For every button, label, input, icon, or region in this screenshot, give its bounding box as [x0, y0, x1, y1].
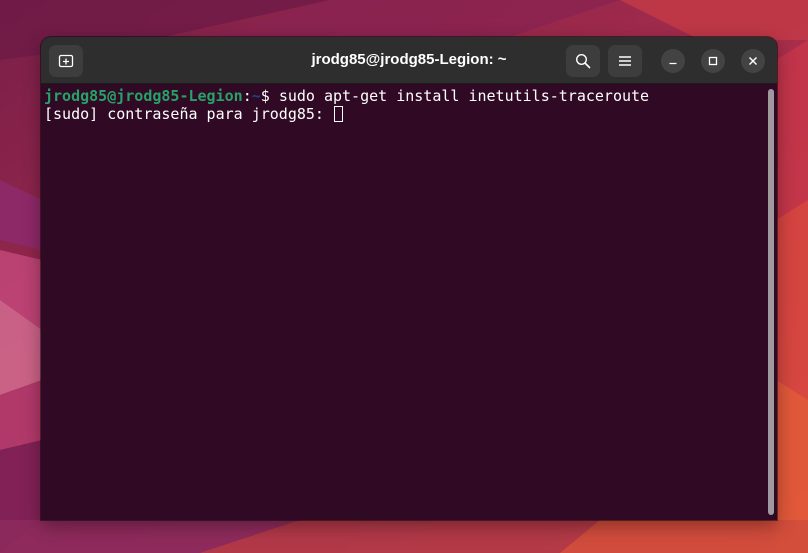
close-button[interactable] [741, 49, 765, 73]
command-line: jrodg85@jrodg85-Legion:~$ sudo apt-get i… [44, 87, 777, 105]
window-title: jrodg85@jrodg85-Legion: ~ [311, 51, 507, 68]
terminal-window: jrodg85@jrodg85-Legion: ~ jrodg85@jrodg8… [41, 37, 777, 520]
prompt-path: ~ [251, 87, 261, 105]
maximize-button[interactable] [701, 49, 725, 73]
prompt-user-host: jrodg85@jrodg85-Legion [44, 87, 243, 105]
text-cursor[interactable] [333, 106, 343, 122]
close-icon [749, 57, 757, 65]
new-tab-icon [58, 54, 74, 68]
sudo-password-line: [sudo] contraseña para jrodg85: [44, 105, 777, 123]
minimize-icon [669, 62, 677, 65]
hamburger-menu-icon [619, 56, 631, 66]
menu-button[interactable] [608, 45, 642, 77]
prompt-colon: : [242, 87, 252, 105]
sudo-prompt-text: [sudo] contraseña para jrodg85: [44, 105, 333, 123]
maximize-icon [708, 56, 718, 66]
prompt-symbol: $ [260, 87, 279, 105]
minimize-button[interactable] [661, 49, 685, 73]
terminal-output[interactable]: jrodg85@jrodg85-Legion:~$ sudo apt-get i… [41, 84, 777, 520]
command-text: sudo apt-get install inetutils-tracerout… [278, 87, 650, 105]
window-headerbar[interactable]: jrodg85@jrodg85-Legion: ~ [41, 37, 777, 84]
search-button[interactable] [566, 45, 600, 77]
vertical-scrollbar[interactable] [768, 89, 774, 515]
search-icon [575, 53, 591, 69]
new-tab-button[interactable] [49, 45, 83, 77]
